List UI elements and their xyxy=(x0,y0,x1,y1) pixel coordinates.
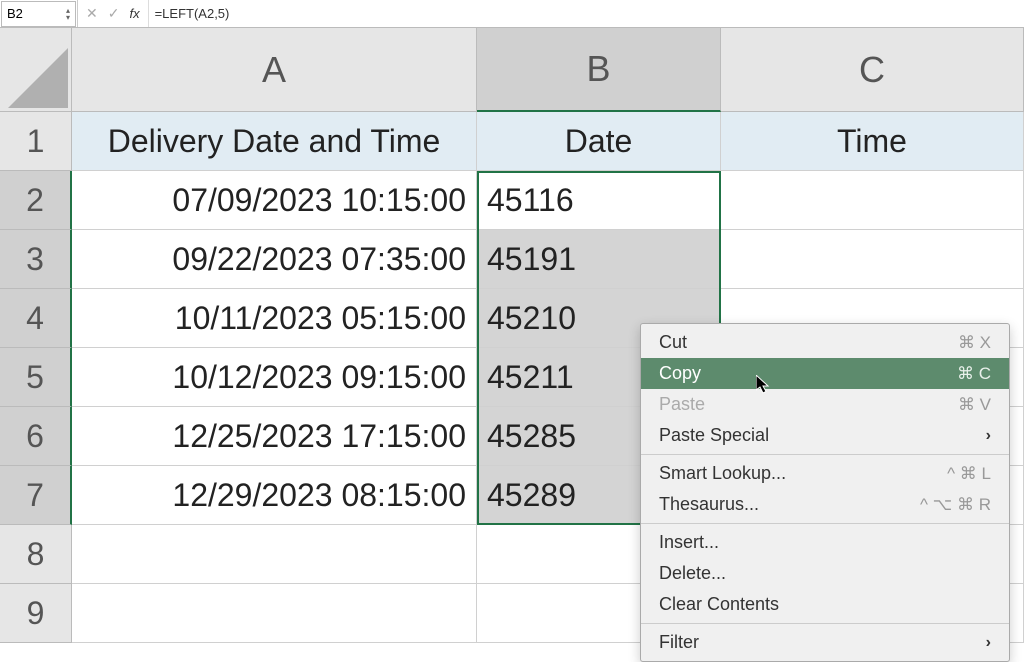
chevron-right-icon: › xyxy=(986,634,991,652)
formula-bar: B2 ▴ ▾ ✕ ✓ fx =LEFT(A2,5) xyxy=(0,0,1024,28)
menu-item-insert[interactable]: Insert... xyxy=(641,527,1009,558)
row-headers: 1 2 3 4 5 6 7 8 9 xyxy=(0,112,72,643)
cell-A4[interactable]: 10/11/2023 05:15:00 xyxy=(72,289,477,348)
menu-item-smart-lookup[interactable]: Smart Lookup... ^ ⌘ L xyxy=(641,458,1009,489)
row-header-4[interactable]: 4 xyxy=(0,289,72,348)
column-headers: A B C xyxy=(72,28,1024,112)
cell-B3[interactable]: 45191 xyxy=(477,230,721,289)
cell-A8[interactable] xyxy=(72,525,477,584)
cell-B2[interactable]: 45116 xyxy=(477,171,721,230)
name-box-cell-ref: B2 xyxy=(7,6,66,21)
menu-shortcut: ⌘ V xyxy=(958,395,991,415)
row-header-8[interactable]: 8 xyxy=(0,525,72,584)
table-row: Delivery Date and Time Date Time xyxy=(72,112,1024,171)
row-header-5[interactable]: 5 xyxy=(0,348,72,407)
chevron-right-icon: › xyxy=(986,427,991,445)
row-header-9[interactable]: 9 xyxy=(0,584,72,643)
menu-label: Clear Contents xyxy=(659,594,779,615)
menu-label: Copy xyxy=(659,363,701,384)
formula-input[interactable]: =LEFT(A2,5) xyxy=(148,0,1024,27)
menu-item-copy[interactable]: Copy ⌘ C xyxy=(641,358,1009,389)
cell-A9[interactable] xyxy=(72,584,477,643)
context-menu: Cut ⌘ X Copy ⌘ C Paste ⌘ V Paste Special… xyxy=(640,323,1010,662)
menu-shortcut: ⌘ X xyxy=(958,333,991,353)
menu-label: Smart Lookup... xyxy=(659,463,786,484)
menu-label: Insert... xyxy=(659,532,719,553)
menu-shortcut: ^ ⌘ L xyxy=(947,464,991,484)
cell-C3[interactable] xyxy=(721,230,1024,289)
col-header-B[interactable]: B xyxy=(477,28,721,112)
cell-B1[interactable]: Date xyxy=(477,112,721,171)
select-all-corner[interactable] xyxy=(0,28,72,112)
table-row: 07/09/2023 10:15:00 45116 xyxy=(72,171,1024,230)
menu-divider xyxy=(641,523,1009,524)
formula-buttons: ✕ ✓ fx xyxy=(78,5,148,22)
name-box-stepper[interactable]: ▴ ▾ xyxy=(66,7,70,21)
row-header-2[interactable]: 2 xyxy=(0,171,72,230)
formula-text: =LEFT(A2,5) xyxy=(155,6,230,21)
cancel-icon[interactable]: ✕ xyxy=(86,5,98,22)
col-header-C[interactable]: C xyxy=(721,28,1024,112)
menu-item-clear-contents[interactable]: Clear Contents xyxy=(641,589,1009,620)
menu-label: Paste Special xyxy=(659,425,769,446)
menu-divider xyxy=(641,454,1009,455)
menu-item-thesaurus[interactable]: Thesaurus... ^ ⌥ ⌘ R xyxy=(641,489,1009,520)
table-row: 09/22/2023 07:35:00 45191 xyxy=(72,230,1024,289)
menu-item-delete[interactable]: Delete... xyxy=(641,558,1009,589)
menu-shortcut: ^ ⌥ ⌘ R xyxy=(920,495,991,515)
fx-icon[interactable]: fx xyxy=(129,6,139,21)
menu-item-filter[interactable]: Filter › xyxy=(641,627,1009,658)
cell-A5[interactable]: 10/12/2023 09:15:00 xyxy=(72,348,477,407)
cell-A2[interactable]: 07/09/2023 10:15:00 xyxy=(72,171,477,230)
cell-A6[interactable]: 12/25/2023 17:15:00 xyxy=(72,407,477,466)
menu-item-cut[interactable]: Cut ⌘ X xyxy=(641,327,1009,358)
row-header-7[interactable]: 7 xyxy=(0,466,72,525)
row-header-6[interactable]: 6 xyxy=(0,407,72,466)
menu-shortcut: ⌘ C xyxy=(957,364,991,384)
menu-label: Delete... xyxy=(659,563,726,584)
menu-label: Filter xyxy=(659,632,699,653)
menu-divider xyxy=(641,623,1009,624)
cell-A3[interactable]: 09/22/2023 07:35:00 xyxy=(72,230,477,289)
menu-label: Paste xyxy=(659,394,705,415)
cell-C2[interactable] xyxy=(721,171,1024,230)
row-header-1[interactable]: 1 xyxy=(0,112,72,171)
col-header-A[interactable]: A xyxy=(72,28,477,112)
menu-item-paste[interactable]: Paste ⌘ V xyxy=(641,389,1009,420)
name-box[interactable]: B2 ▴ ▾ xyxy=(1,1,76,27)
row-header-3[interactable]: 3 xyxy=(0,230,72,289)
menu-label: Thesaurus... xyxy=(659,494,759,515)
menu-item-paste-special[interactable]: Paste Special › xyxy=(641,420,1009,451)
cell-C1[interactable]: Time xyxy=(721,112,1024,171)
menu-label: Cut xyxy=(659,332,687,353)
confirm-icon[interactable]: ✓ xyxy=(108,5,120,22)
cell-A1[interactable]: Delivery Date and Time xyxy=(72,112,477,171)
cell-A7[interactable]: 12/29/2023 08:15:00 xyxy=(72,466,477,525)
